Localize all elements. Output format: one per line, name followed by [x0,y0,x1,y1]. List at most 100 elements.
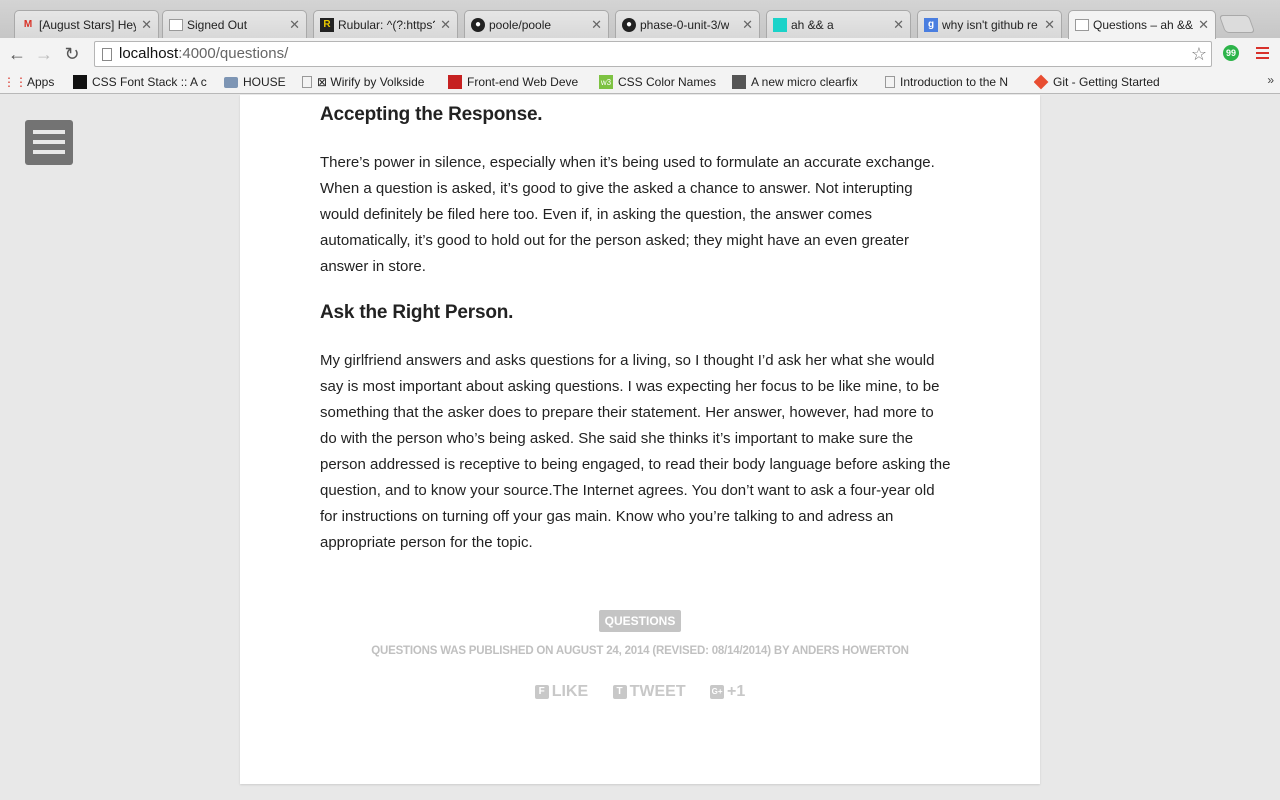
close-icon[interactable]: ✕ [591,17,602,33]
share-like-link[interactable]: f LIKE [534,683,589,701]
bookmark-apps[interactable]: ⋮⋮ Apps [8,74,54,90]
bookmark-label: Introduction to the N [900,75,1009,89]
menu-toggle-button[interactable] [25,120,73,165]
green-icon: w3 [599,75,613,89]
close-icon[interactable]: ✕ [141,17,152,33]
reload-icon[interactable]: ↻ [61,43,83,65]
tab-strip: M [August Stars] Hey ✕ Signed Out ✕ R Ru… [0,0,1280,39]
paragraph-line: appropriate person for the topic. [320,534,533,551]
close-icon[interactable]: ✕ [440,17,451,33]
tab-title: Questions – ah && [1093,18,1193,32]
close-icon[interactable]: ✕ [1044,17,1055,33]
person-icon [732,75,746,89]
page-icon [302,76,312,88]
share-label: +1 [727,683,746,700]
bookmark-css-color-names[interactable]: w3 CSS Color Names [599,74,716,90]
bookmark-label: Front-end Web Deve [467,75,579,89]
bookmark-clearfix[interactable]: A new micro clearfix [732,74,870,90]
tag-questions-link[interactable]: QUESTIONS [598,610,682,632]
new-tab-button[interactable] [1218,15,1256,33]
twitter-icon: t [612,685,627,699]
browser-toolbar: ← → ↻ localhost:4000/questions/ ☆ 99 [0,38,1280,70]
tab-phase-0[interactable]: ● phase-0-unit-3/w ✕ [615,10,760,38]
gmail-icon: M [23,19,33,30]
paragraph-line: There’s power in silence, especially whe… [320,154,935,171]
rubular-icon: R [320,17,334,32]
bookmark-wirify[interactable]: ⊠ Wirify by Volkside [302,74,424,90]
github-icon: ● [622,17,636,32]
forward-arrow-icon[interactable]: → [33,43,55,65]
facebook-icon: f [534,685,549,699]
share-tweet-link[interactable]: t TWEET [612,683,686,701]
share-plus-one-link[interactable]: g+ +1 [710,683,745,701]
paragraph-line: automatically, it’s good to hold out for… [320,232,909,249]
paragraph-line: When a question is asked, it’s good to g… [320,180,913,197]
paragraph-line: something that the asker does to prepare… [320,404,934,421]
tab-questions-active[interactable]: Questions – ah && ✕ [1068,10,1216,39]
address-bar[interactable]: localhost:4000/questions/ ☆ [94,41,1212,67]
teal-square-icon [773,17,787,32]
page-viewport: Accepting the Response. There’s power in… [0,95,1280,800]
close-icon[interactable]: ✕ [893,17,904,33]
close-icon[interactable]: ✕ [1198,17,1209,33]
tab-title: why isn't github re [942,17,1038,32]
bookmark-label: A new micro clearfix [751,75,858,89]
close-icon[interactable]: ✕ [742,17,753,33]
paragraph-line: person addressed is receptive to being e… [320,456,951,473]
share-row: f LIKE t TWEET g+ +1 [240,681,1040,701]
bookmark-label: ⊠ Wirify by Volkside [317,75,425,89]
hamburger-bar [33,130,65,134]
bookmark-git[interactable]: Git - Getting Started [1034,74,1160,90]
tag-row: QUESTIONS [240,610,1040,632]
bookmark-label: Git - Getting Started [1053,75,1160,89]
hangouts-extension-icon[interactable]: 99 [1223,45,1239,61]
folder-icon [224,76,238,88]
share-label: TWEET [629,683,686,700]
github-icon: ● [471,17,485,32]
page-icon [1075,19,1089,31]
bookmark-label: Apps [27,75,55,89]
paragraph-line: answer in store. [320,258,426,275]
close-icon[interactable]: ✕ [289,17,300,33]
tab-rubular[interactable]: R Rubular: ^(?:https? ✕ [313,10,458,38]
tab-ah-and-a[interactable]: ah && a ✕ [766,10,911,38]
red-square-icon [448,75,462,89]
tab-title: poole/poole [489,17,552,32]
paragraph-line: would definitely be filed here too. Even… [320,206,872,223]
chrome-menu-icon[interactable] [1256,47,1269,59]
page-icon [102,48,112,61]
bookmark-introduction[interactable]: Introduction to the N [885,74,1020,90]
back-arrow-icon[interactable]: ← [6,43,28,65]
paragraph-line: say is most important about asking quest… [320,378,940,395]
tab-title: phase-0-unit-3/w [640,17,730,32]
tab-title: Rubular: ^(?:https? [338,17,435,32]
page-icon [885,76,895,88]
bookmark-star-icon[interactable]: ☆ [1191,42,1207,66]
google-icon: g [924,17,938,32]
hamburger-bar [33,150,65,154]
publish-byline: QUESTIONS WAS PUBLISHED ON AUGUST 24, 20… [371,645,909,657]
url-host: localhost [119,45,179,62]
page-icon [169,18,183,31]
url-path: :4000/questions/ [178,45,289,62]
tab-gmail[interactable]: M [August Stars] Hey ✕ [14,10,159,38]
tab-poole[interactable]: ● poole/poole ✕ [464,10,609,38]
bookmark-label: CSS Font Stack :: A c [92,75,207,89]
black-bar-icon [73,75,87,89]
paragraph-line: do with the person who’s being asked. Sh… [320,430,914,447]
bookmark-css-font-stack[interactable]: CSS Font Stack :: A c [73,74,213,90]
bookmarks-overflow-icon[interactable]: » [1267,73,1274,87]
section-paragraph-accepting: There’s power in silence, especially whe… [320,150,965,280]
apps-grid-icon: ⋮⋮ [8,75,27,89]
paragraph-line: My girlfriend answers and asks questions… [320,352,935,369]
bookmark-folder-house[interactable]: HOUSE [224,74,286,90]
tab-title: ah && a [791,17,834,32]
tab-title: [August Stars] Hey [39,17,136,32]
tab-google-search[interactable]: g why isn't github re ✕ [917,10,1062,38]
bookmark-front-end[interactable]: Front-end Web Deve [448,74,588,90]
paragraph-line: question, and to know your source.The In… [320,482,935,499]
share-label: LIKE [551,683,589,700]
google-plus-icon: g+ [710,685,725,699]
section-paragraph-ask: My girlfriend answers and asks questions… [320,348,965,556]
tab-signed-out[interactable]: Signed Out ✕ [162,10,307,38]
